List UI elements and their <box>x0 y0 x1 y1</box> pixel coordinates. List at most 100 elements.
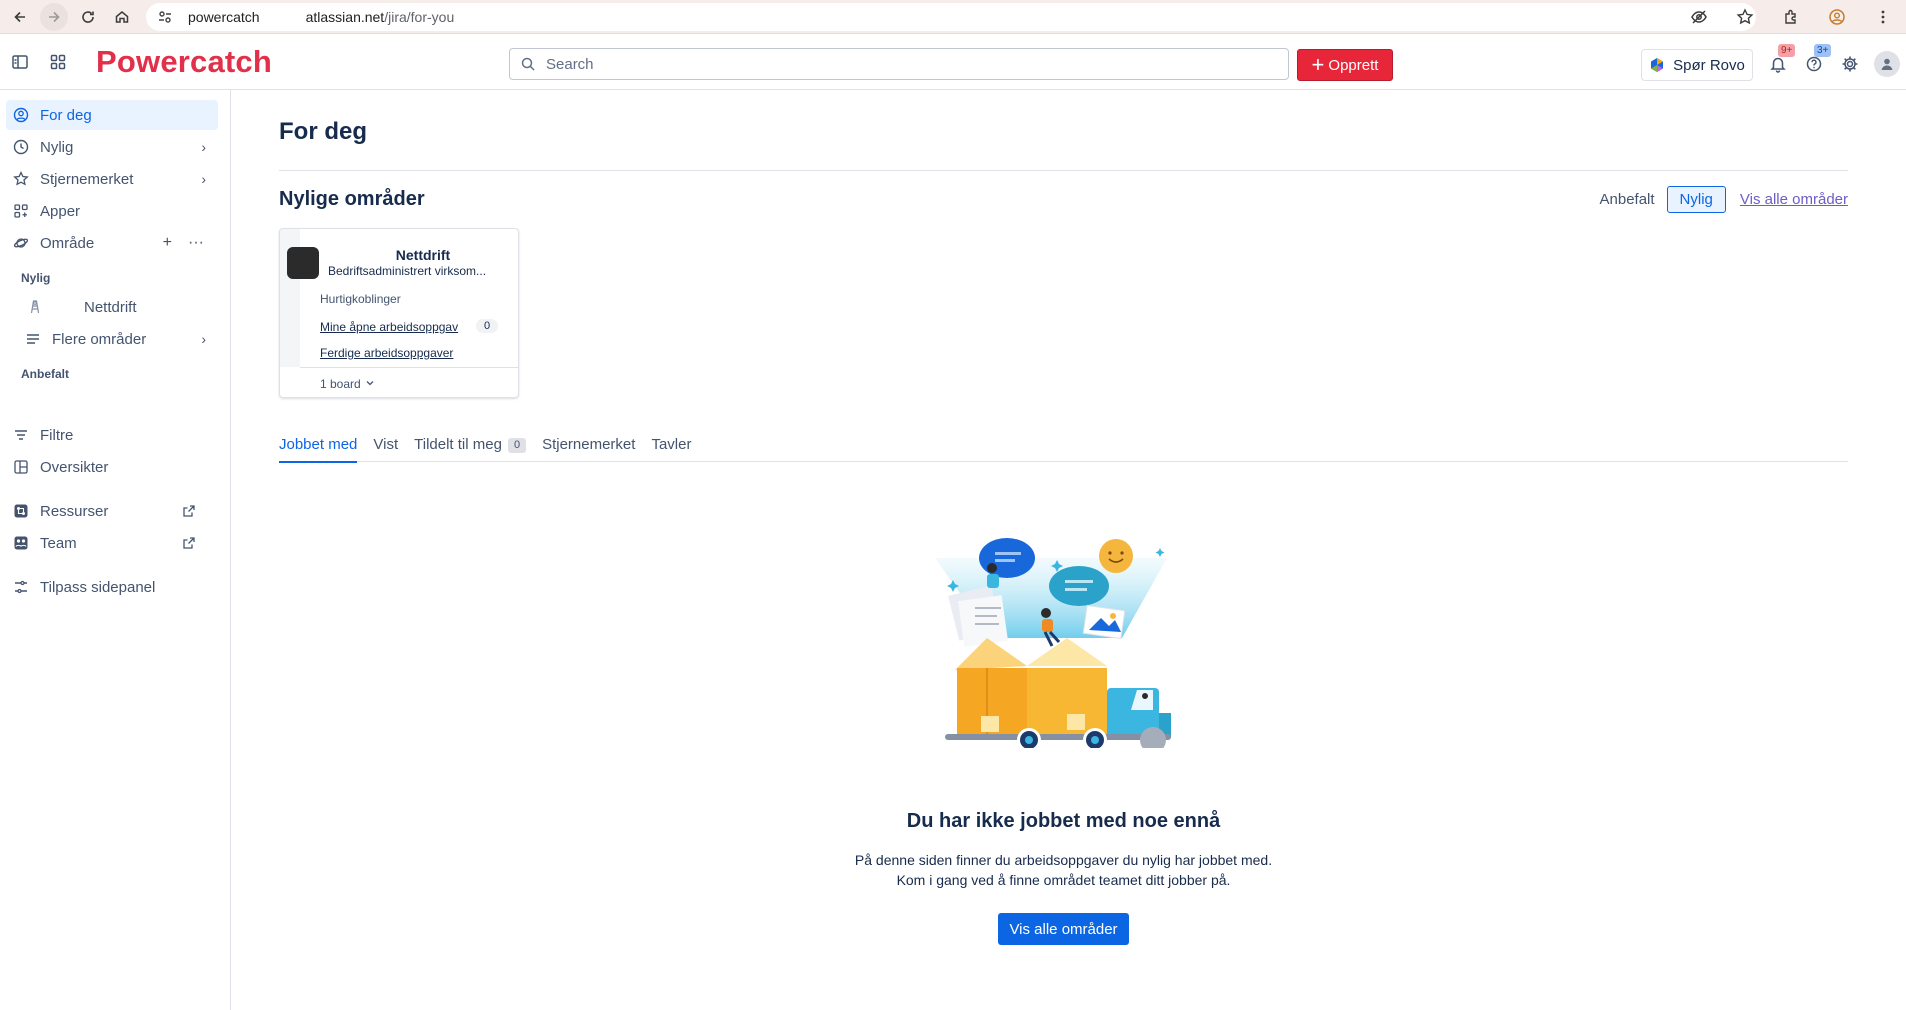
user-avatar[interactable] <box>1874 51 1900 77</box>
sidebar-item-dashboards[interactable]: Oversikter <box>6 452 218 482</box>
chevron-down-icon <box>365 377 375 391</box>
project-avatar <box>287 247 319 279</box>
empty-state-illustration <box>935 538 1171 748</box>
bookmark-star-icon[interactable] <box>1731 3 1759 31</box>
search-icon <box>521 57 535 71</box>
empty-desc-line-2: Kom i gang ved å finne området teamet di… <box>896 872 1231 888</box>
sidebar-section-recent: Nylig <box>21 271 51 285</box>
star-icon <box>12 170 30 188</box>
sidebar-item-spaces[interactable]: Område + ··· <box>6 228 218 258</box>
sidebar-item-label: Team <box>40 534 77 552</box>
sidebar-item-apps[interactable]: Apper <box>6 196 218 226</box>
ask-rovo-button[interactable]: Spør Rovo <box>1641 49 1753 81</box>
help-badge: 3+ <box>1814 44 1832 57</box>
tab-viewed[interactable]: Vist <box>373 436 398 462</box>
profile-icon[interactable] <box>1823 3 1851 31</box>
chevron-right-icon[interactable]: › <box>201 331 206 347</box>
home-icon[interactable] <box>108 3 136 31</box>
space-filter-toggle: Anbefalt Nylig Vis alle områder <box>1588 186 1848 213</box>
sidebar-item-recent[interactable]: Nylig › <box>6 132 218 162</box>
url-host-start: powercatch <box>188 9 260 25</box>
space-card[interactable]: Nettdrift Bedriftsadministrert virksom..… <box>279 228 519 398</box>
my-open-tasks-link[interactable]: Mine åpne arbeidsoppgav <box>320 320 458 334</box>
sidebar-item-starred[interactable]: Stjernemerket › <box>6 164 218 194</box>
address-bar[interactable]: powercatch atlassian.net /jira/for-you <box>146 3 1756 31</box>
chevron-right-icon[interactable]: › <box>201 171 206 187</box>
tab-boards[interactable]: Tavler <box>651 436 691 462</box>
filter-recommended[interactable]: Anbefalt <box>1588 187 1667 212</box>
sidebar-item-project-nettdrift[interactable]: Nettdrift <box>6 292 218 322</box>
plus-icon: + <box>1311 52 1325 77</box>
sidebar-item-team[interactable]: Team <box>6 528 218 558</box>
back-icon[interactable] <box>6 3 34 31</box>
sidebar: For deg Nylig › Stjernemerket › Apper Om… <box>0 90 231 1010</box>
filter-icon <box>12 426 30 444</box>
tab-assigned-label: Tildelt til meg <box>414 436 502 453</box>
create-button[interactable]: + Opprett <box>1297 49 1393 81</box>
view-all-spaces-button[interactable]: Vis alle områder <box>998 913 1129 945</box>
notifications-icon[interactable]: 9+ <box>1760 44 1796 82</box>
boards-label: 1 board <box>320 376 361 391</box>
tab-starred[interactable]: Stjernemerket <box>542 436 635 462</box>
help-icon[interactable]: 3+ <box>1796 44 1832 82</box>
tab-worked-on[interactable]: Jobbet med <box>279 436 358 463</box>
sidebar-item-label: Nylig <box>40 138 74 156</box>
settings-gear-icon[interactable] <box>1832 46 1868 82</box>
empty-desc-line-1: På denne siden finner du arbeidsoppgaver… <box>854 852 1273 868</box>
sidebar-item-label: For deg <box>40 106 92 124</box>
eye-off-icon[interactable] <box>1685 3 1713 31</box>
chevron-right-icon[interactable]: › <box>201 139 206 155</box>
tab-assigned[interactable]: Tildelt til meg 0 <box>414 436 527 462</box>
done-tasks-link[interactable]: Ferdige arbeidsoppgaver <box>320 346 453 360</box>
planet-icon <box>12 234 30 252</box>
sidebar-item-label: Flere områder <box>52 330 147 348</box>
create-label: Opprett <box>1328 56 1379 74</box>
app-switcher-icon[interactable] <box>42 46 74 78</box>
user-circle-icon <box>12 106 30 124</box>
sidebar-section-recommended: Anbefalt <box>21 367 69 381</box>
browser-menu-icon[interactable] <box>1869 3 1897 31</box>
add-space-icon[interactable]: + <box>163 234 172 252</box>
view-all-spaces-link[interactable]: Vis alle områder <box>1740 191 1848 208</box>
search-placeholder: Search <box>546 55 594 73</box>
sidebar-item-filters[interactable]: Filtre <box>6 420 218 450</box>
page-title: For deg <box>279 118 367 145</box>
external-link-icon <box>183 505 195 517</box>
project-tower-icon <box>26 298 44 316</box>
boards-dropdown[interactable]: 1 board <box>300 367 518 397</box>
sidebar-item-resources[interactable]: Ressurser <box>6 496 218 526</box>
sidebar-item-label: Filtre <box>40 426 74 444</box>
work-tabs: Jobbet med Vist Tildelt til meg 0 Stjern… <box>279 436 1848 463</box>
site-settings-icon[interactable] <box>156 8 174 26</box>
customize-sliders-icon <box>12 578 30 596</box>
divider <box>279 170 1848 171</box>
app-topbar: Powercatch Search + Opprett Spør Rovo 9+… <box>0 34 1906 90</box>
card-project-name[interactable]: Nettdrift <box>328 247 518 263</box>
reload-icon[interactable] <box>74 3 102 31</box>
list-icon <box>24 330 42 348</box>
sidebar-item-label: Apper <box>40 202 81 220</box>
recent-spaces-title: Nylige områder <box>279 188 425 210</box>
spaces-actions: + ··· <box>163 234 204 252</box>
sidebar-toggle-icon[interactable] <box>4 46 36 78</box>
url-host-end: atlassian.net <box>305 9 385 25</box>
resources-icon <box>12 502 30 520</box>
url-redacted <box>259 9 306 25</box>
clock-icon <box>12 138 30 156</box>
quick-links-label: Hurtigkoblinger <box>320 292 401 306</box>
search-input[interactable]: Search <box>509 48 1289 80</box>
sidebar-item-label: Stjernemerket <box>40 170 134 188</box>
filter-recent[interactable]: Nylig <box>1666 186 1726 213</box>
sidebar-item-more-spaces[interactable]: Flere områder › <box>6 324 218 354</box>
browser-toolbar: powercatch atlassian.net /jira/for-you <box>0 0 1906 34</box>
sidebar-item-customize[interactable]: Tilpass sidepanel <box>6 572 218 602</box>
sidebar-item-label: Ressurser <box>40 502 109 520</box>
sidebar-item-for-you[interactable]: For deg <box>6 100 218 130</box>
more-options-icon[interactable]: ··· <box>188 234 204 252</box>
team-icon <box>12 534 30 552</box>
sidebar-item-label: Område <box>40 234 95 252</box>
brand-logo[interactable]: Powercatch <box>96 44 272 80</box>
forward-icon[interactable] <box>40 2 68 31</box>
extensions-icon[interactable] <box>1777 3 1805 31</box>
sidebar-item-label: Oversikter <box>40 458 109 476</box>
